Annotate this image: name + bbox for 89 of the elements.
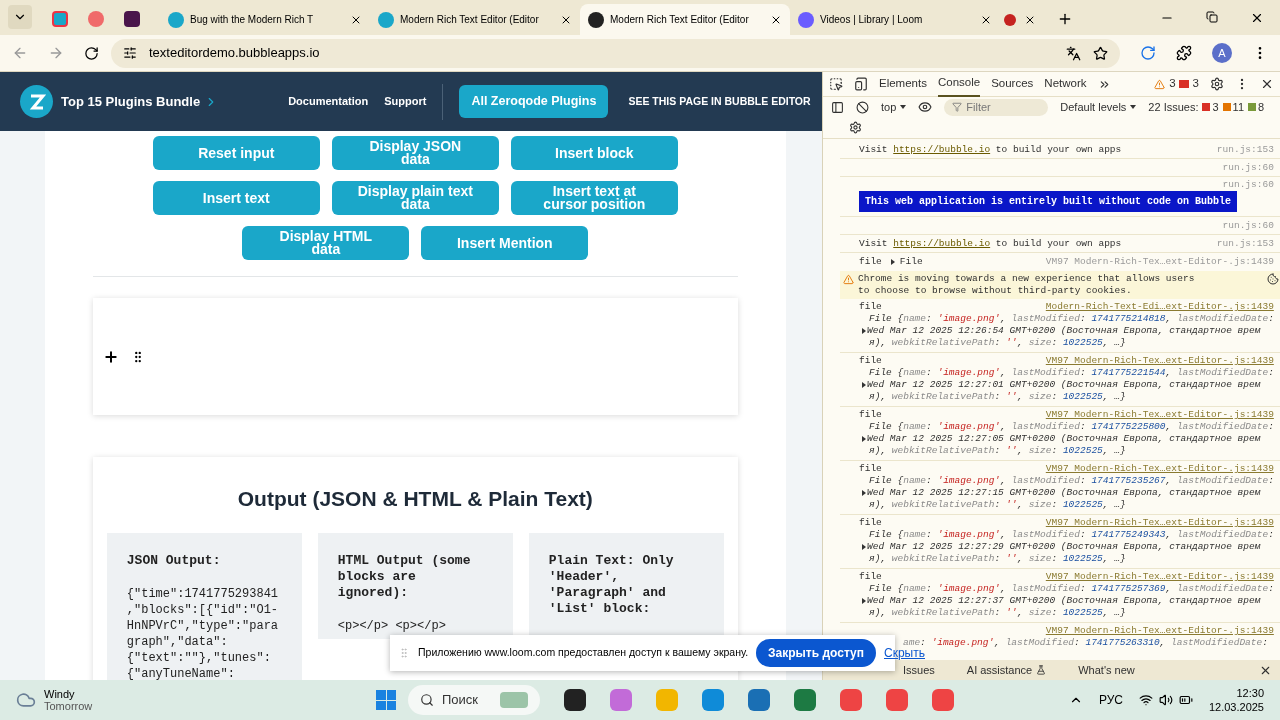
nav-link[interactable]: Support: [384, 93, 427, 110]
object-line: я), webkitRelativePath: '', size: 1022525, …}: [869, 445, 1126, 457]
devtools-tab[interactable]: Elements: [879, 71, 927, 97]
object-line: Wed Mar 12 2025 12:27:37 GMT+0200 (Восточная Европа, стандартное врем: [867, 595, 1261, 607]
console-message: Visit https://bubble.io to build your own apps: [859, 237, 1122, 250]
object-line: я), webkitRelativePath: '', size: 1022525, …}: [869, 607, 1126, 619]
bubble-link[interactable]: https://bubble.io: [893, 237, 991, 249]
console-label: file: [859, 256, 882, 268]
panel-heading: Plain Text: Only 'Header', 'Paragraph' and 'List' block:: [548, 552, 675, 617]
output-line: HnNPVrC","type":"para: [126, 617, 280, 634]
share-notice: Приложению www.loom.com предоставлен доступ к вашему экрану.: [418, 645, 749, 661]
weather-subtext: Tomorrow: [44, 700, 93, 712]
console-banner: This web application is entirely built without code on Bubble: [859, 191, 1238, 212]
console-message: Visit https://bubble.io to build your own apps: [859, 143, 1122, 156]
language-indicator[interactable]: РУС: [1098, 691, 1123, 709]
context-select[interactable]: top: [881, 98, 897, 116]
devtools-tab[interactable]: Sources: [991, 71, 1034, 97]
object-line: Wed Mar 12 2025 12:27:01 GMT+0200 (Восточная Европа, стандартное врем: [867, 379, 1261, 391]
address-bar[interactable]: texteditordemo.bubbleapps.io: [111, 38, 1120, 68]
devtools-tab[interactable]: Network: [1044, 71, 1087, 97]
object-line: я), webkitRelativePath: '', size: 1022525, …}: [869, 553, 1126, 565]
console-label: file: [859, 571, 882, 583]
devtools-tab[interactable]: Console: [937, 71, 981, 97]
object-line: File {name: 'image.png', lastModified: 1741775225800, lastModifiedDate:: [869, 421, 1274, 433]
clock-time[interactable]: 12:30: [1236, 686, 1264, 700]
levels-select[interactable]: Default levels: [1060, 98, 1127, 116]
console-label: file: [859, 517, 882, 529]
stop-sharing-button[interactable]: Закрыть доступ: [756, 639, 876, 667]
object-line: Wed Mar 12 2025 12:27:05 GMT+0200 (Восточная Европа, стандартное врем: [867, 433, 1261, 445]
issue-count[interactable]: 8: [1258, 98, 1265, 116]
nav-link[interactable]: Documentation: [288, 93, 369, 110]
weather-text[interactable]: Windy: [44, 688, 93, 700]
profile-avatar[interactable]: A: [1212, 43, 1232, 63]
object-line: File {name: 'image.png', lastModified: 1741775235267, lastModifiedDate:: [869, 475, 1274, 487]
source-link[interactable]: VM97 Modern-Rich-Tex…ext-Editor-.js:1439: [1045, 625, 1274, 637]
object-line: File {name: 'image.png', lastModified: 1741775257369, lastModifiedDate:: [869, 583, 1274, 595]
url-text: texteditordemo.bubbleapps.io: [149, 44, 320, 63]
object-line: File {name: 'image.png', lastModified: 1741775249343, lastModifiedDate:: [869, 529, 1274, 541]
source-link[interactable]: VM97 Modern-Rich-Tex…ext-Editor-.js:1439: [1045, 355, 1274, 367]
object-line: я), webkitRelativePath: '', size: 1022525, …}: [869, 337, 1126, 349]
drawer-tab[interactable]: AI assistance: [966, 661, 1047, 679]
source-link[interactable]: VM97 Modern-Rich-Tex…ext-Editor-.js:1439: [1045, 409, 1274, 421]
console-label: file: [859, 301, 882, 313]
console-label: file: [859, 409, 882, 421]
browser-tab[interactable]: Videos | Library | Loom: [790, 4, 1000, 35]
issue-count[interactable]: 11: [1232, 98, 1245, 116]
object-line: Wed Mar 12 2025 12:27:29 GMT+0200 (Восточная Европа, стандартное врем: [867, 541, 1261, 553]
issues-label[interactable]: 22 Issues:: [1148, 98, 1199, 116]
clock-date[interactable]: 12.03.2025: [1208, 700, 1264, 714]
browser-tab[interactable]: Modern Rich Text Editor (Editor: [580, 4, 790, 35]
drawer-tab[interactable]: Issues: [903, 661, 935, 679]
tab-title: Modern Rich Text Editor (Editor: [400, 13, 540, 27]
source-link[interactable]: VM97 Modern-Rich-Tex…ext-Editor-.js:1439: [1045, 571, 1274, 583]
bubble-link[interactable]: https://bubble.io: [893, 143, 991, 155]
object-line: я), webkitRelativePath: '', size: 1022525, …}: [869, 391, 1126, 403]
output-line: {"time":1741775293841: [126, 585, 280, 602]
panel-heading: HTML Output (some blocks are ignored):: [337, 552, 472, 601]
output-line: graph","data":: [126, 633, 229, 650]
issue-count[interactable]: 3: [1212, 98, 1219, 116]
output-line: ,"blocks":[{"id":"O1-: [126, 601, 280, 618]
tab-title: Modern Rich Text Editor (Editor: [610, 13, 750, 27]
output-title: Output (JSON & HTML & Plain Text): [237, 486, 593, 512]
editor-link[interactable]: SEE THIS PAGE IN BUBBLE EDITOR: [628, 93, 811, 110]
drawer-tab[interactable]: What's new: [1078, 661, 1135, 679]
warning-count[interactable]: 3: [1169, 75, 1176, 93]
output-line: {"anyTuneName":: [126, 665, 236, 680]
filter-field[interactable]: Filter: [944, 98, 1049, 116]
output-line: <p></p> <p></p>: [337, 617, 447, 634]
source-link[interactable]: VM97 Modern-Rich-Tex…ext-Editor-.js:1439: [1045, 463, 1274, 475]
output-line: {"text":""},"tunes":: [126, 649, 272, 666]
object-line: я), webkitRelativePath: '', size: 1022525, …}: [869, 499, 1126, 511]
console-label: file: [859, 355, 882, 367]
browser-tab[interactable]: Modern Rich Text Editor (Editor: [370, 4, 580, 35]
object-line: Wed Mar 12 2025 12:27:15 GMT+0200 (Восточная Европа, стандартное врем: [867, 487, 1261, 499]
taskbar-search-field[interactable]: Поиск: [408, 685, 540, 715]
source-link[interactable]: Modern-Rich-Text-Edi…ext-Editor-.js:1439: [1045, 301, 1274, 313]
source-link[interactable]: VM97 Modern-Rich-Tex…ext-Editor-.js:1439: [1045, 517, 1274, 529]
tab-title: Videos | Library | Loom: [820, 13, 924, 27]
tab-title: Bug with the Modern Rich T: [190, 13, 315, 27]
brand-link[interactable]: Top 15 Plugins Bundle: [61, 91, 219, 112]
object-toggle[interactable]: File: [889, 256, 923, 268]
object-line: Wed Mar 12 2025 12:26:54 GMT+0200 (Восточная Европа, стандартное врем: [867, 325, 1261, 337]
console-label: file: [859, 463, 882, 475]
object-line: File {name: 'image.png', lastModified: 1741775221544, lastModifiedDate:: [869, 367, 1274, 379]
panel-heading: JSON Output:: [126, 552, 222, 569]
browser-tab[interactable]: Bug with the Modern Rich T: [160, 4, 370, 35]
warning-text: Chrome is moving towards a new experience that allows users to choose to browse without third-party cookies.: [858, 273, 1196, 297]
error-count[interactable]: 3: [1192, 75, 1199, 93]
object-line: File {name: 'image.png', lastModified: 1741775214818, lastModifiedDate:: [869, 313, 1274, 325]
